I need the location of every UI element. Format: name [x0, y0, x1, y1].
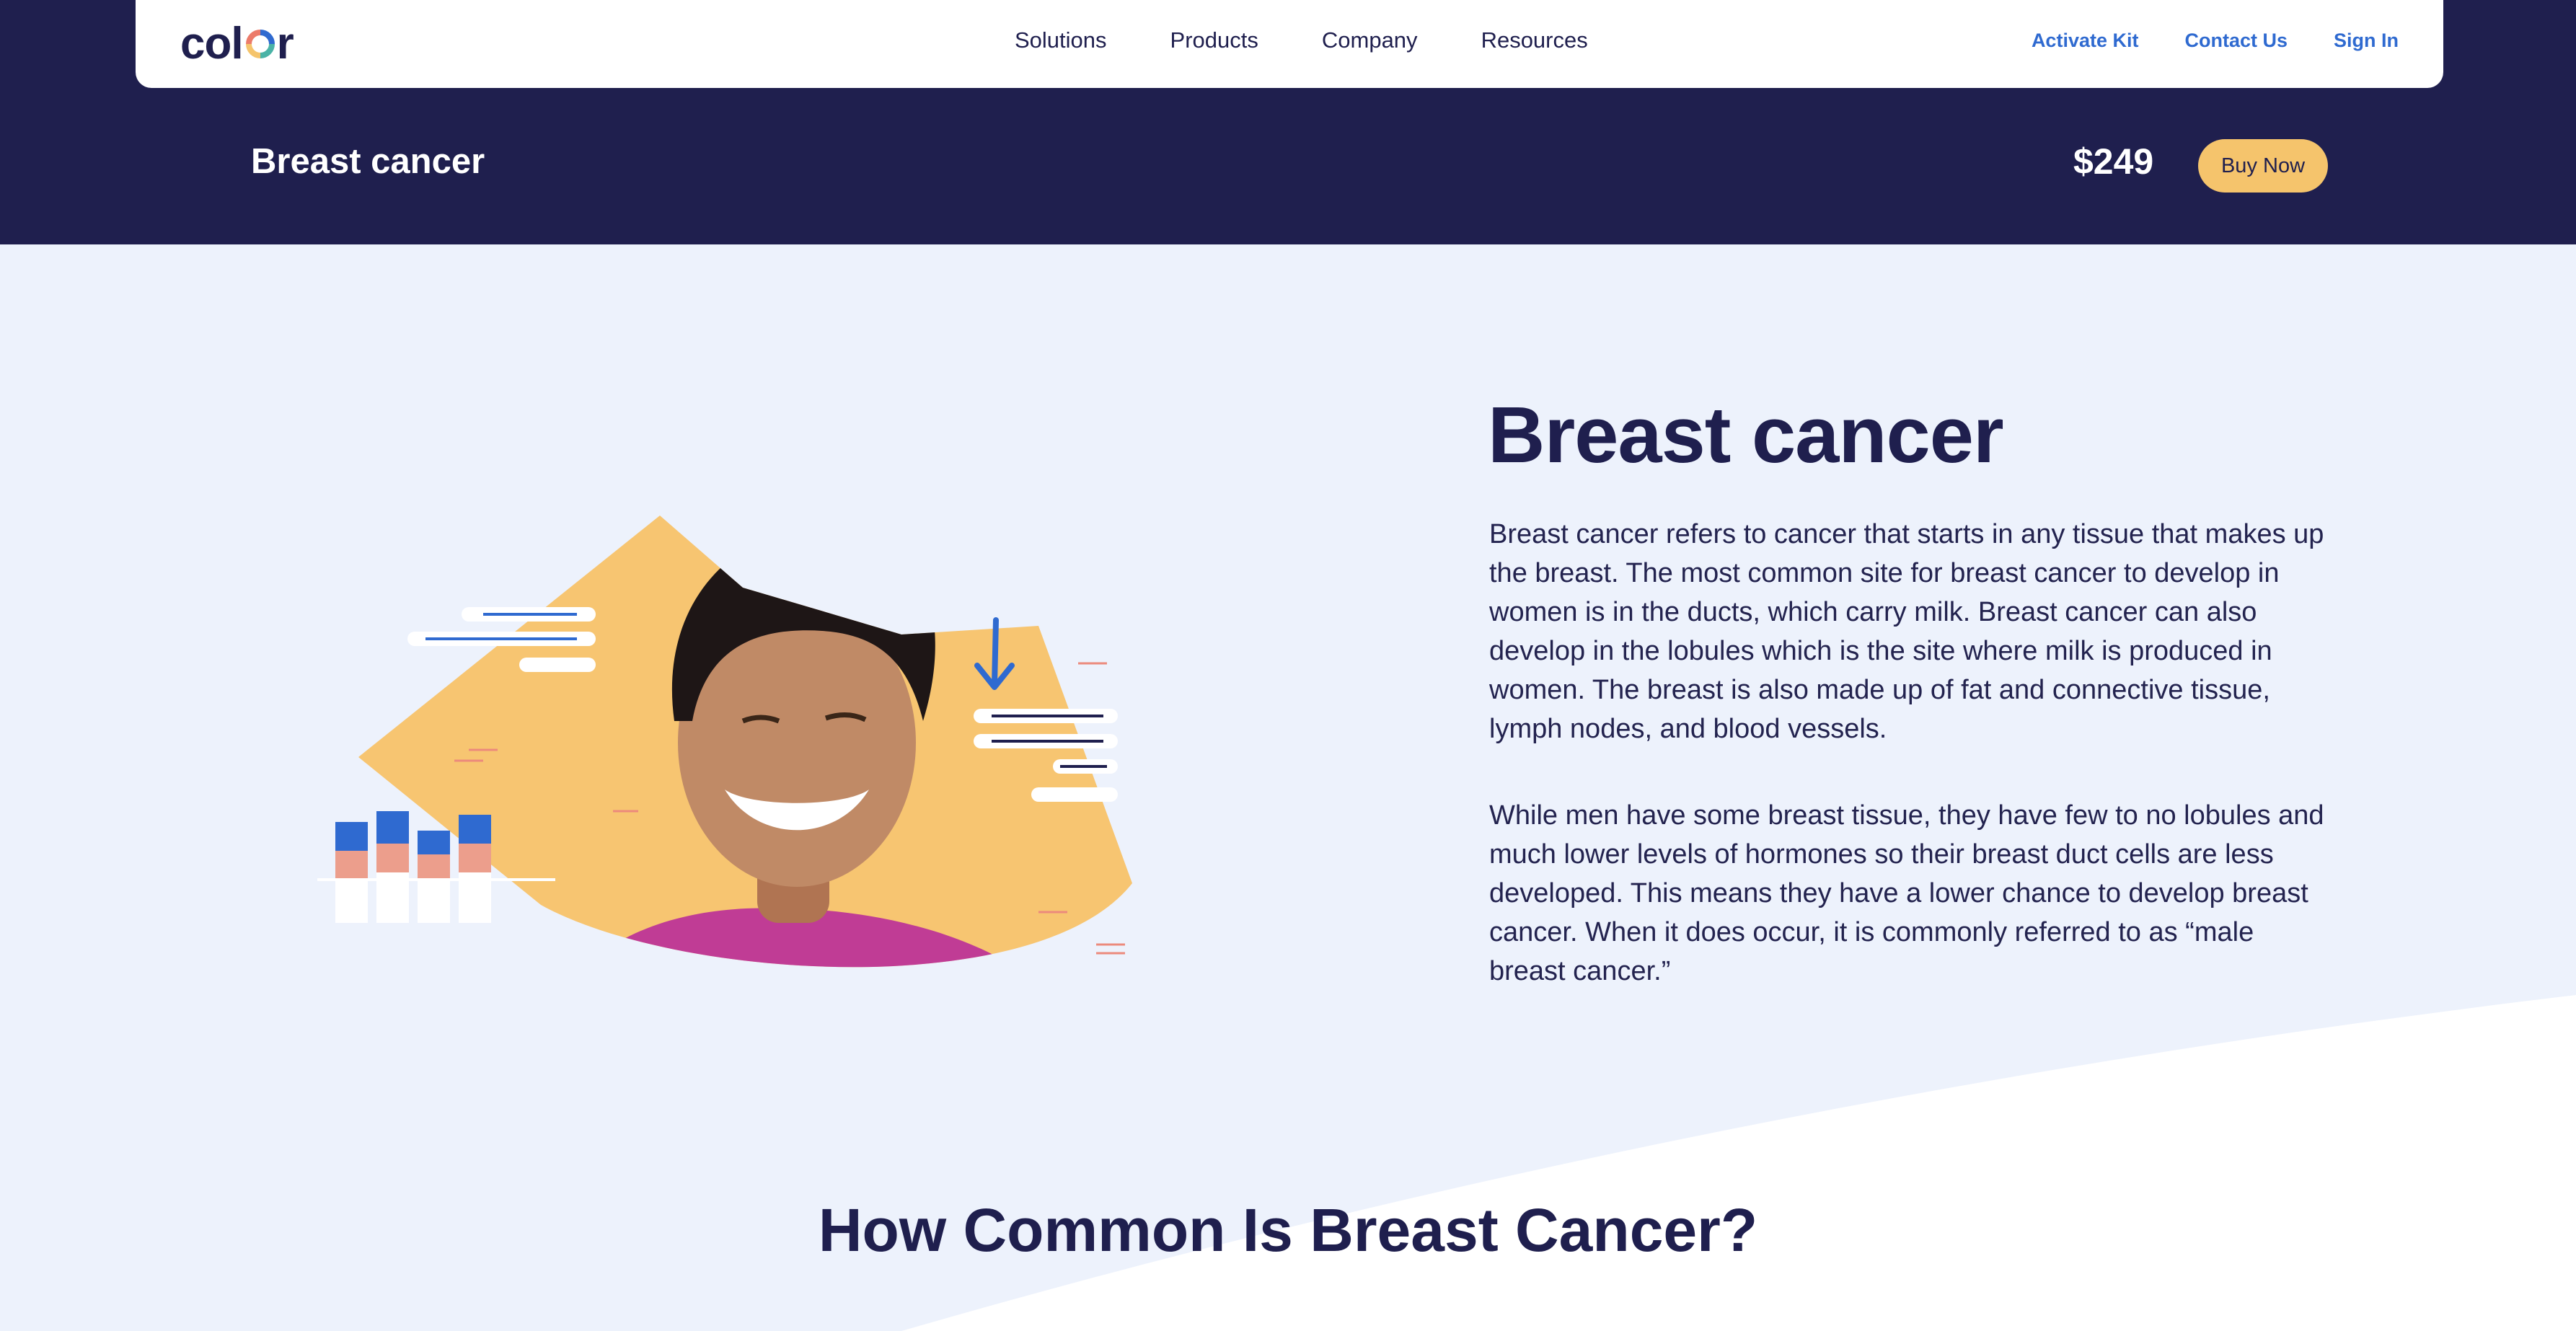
logo-text-end: r: [276, 19, 294, 68]
nav-resources[interactable]: Resources: [1481, 27, 1588, 53]
hero-paragraph: Breast cancer refers to cancer that star…: [1489, 519, 2324, 744]
logo-color-ring-icon: [245, 30, 275, 58]
color-logo[interactable]: col r: [180, 16, 294, 72]
main-menu: Solutions Products Company Resources: [1015, 0, 1651, 81]
hero-heading: Breast cancer: [1488, 391, 2004, 479]
nav-products[interactable]: Products: [1170, 27, 1258, 53]
hero-illustration: [317, 516, 1132, 968]
hero-description: Breast cancer refers to cancer that star…: [1489, 515, 2333, 1038]
nav-actions: Activate Kit Contact Us Sign In: [1985, 0, 2399, 81]
contact-us-link[interactable]: Contact Us: [2184, 30, 2288, 52]
logo-text-start: col: [180, 19, 244, 68]
top-navigation: col r Solutions Products Company Resourc…: [136, 0, 2443, 88]
product-title: Breast cancer: [251, 142, 485, 181]
product-price: $249: [2073, 141, 2154, 182]
sign-in-link[interactable]: Sign In: [2334, 30, 2399, 52]
nav-solutions[interactable]: Solutions: [1015, 27, 1107, 53]
nav-company[interactable]: Company: [1322, 27, 1418, 53]
hero-paragraph: While men have some breast tissue, they …: [1489, 800, 2324, 986]
buy-now-button[interactable]: Buy Now: [2198, 139, 2328, 193]
section-heading: How Common Is Breast Cancer?: [818, 1196, 1758, 1264]
activate-kit-link[interactable]: Activate Kit: [2032, 30, 2139, 52]
